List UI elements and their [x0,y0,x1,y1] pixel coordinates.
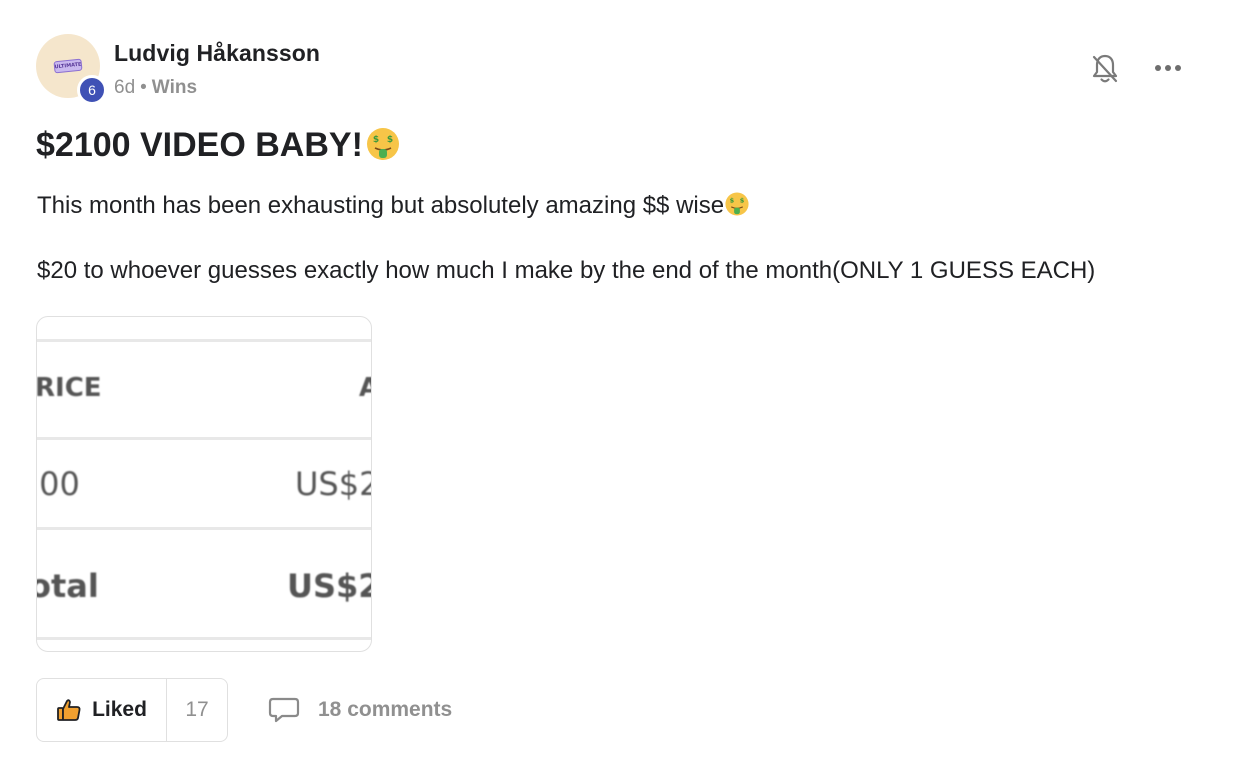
attachment-row-left: .00 [37,465,80,503]
post-category[interactable]: Wins [152,77,197,98]
post-title-text: $2100 VIDEO BABY! [36,126,363,164]
post-meta: 6d • Wins [114,77,197,99]
avatar-logo: ULTIMATE [53,58,83,74]
post-body-line-2: $20 to whoever guesses exactly how much … [37,257,1096,284]
svg-text:$: $ [730,196,735,204]
attachment-total-right: US$2 [287,567,372,605]
bell-off-icon [1092,54,1118,83]
notification-toggle-button[interactable] [1090,52,1120,86]
like-count[interactable]: 17 [167,679,227,741]
attachment-row-right: US$2 [295,465,372,503]
comments-label: 18 comments [318,698,453,721]
attachment-divider [37,637,371,640]
thumbs-up-icon [57,699,81,721]
post-title: $2100 VIDEO BABY! $ $ [36,126,401,165]
more-horizontal-icon [1155,65,1181,71]
svg-text:$: $ [373,135,379,145]
author-name[interactable]: Ludvig Håkansson [114,40,320,67]
attachment-header-right: A [359,373,371,403]
avatar[interactable]: ULTIMATE 6 [36,34,107,105]
attachment-divider [37,437,371,440]
post-time: 6d [114,77,136,98]
money-mouth-face-icon: $ $ [725,192,749,216]
svg-text:$: $ [740,196,745,204]
post-body-line-1: This month has been exhausting but absol… [37,192,750,220]
like-group: Liked 17 [36,678,228,742]
attachment-divider [37,527,371,530]
like-button[interactable]: Liked [37,679,167,741]
attachment-total-left: otal [37,567,99,605]
post-actions: Liked 17 18 comments [36,678,636,742]
like-label: Liked [92,698,147,721]
svg-text:$: $ [387,135,393,145]
money-mouth-face-icon: $ $ [366,128,399,161]
more-options-button[interactable] [1152,56,1184,80]
attachment-header-left: RICE [36,373,102,403]
post-header: ULTIMATE 6 Ludvig Håkansson 6d • Wins [36,34,1204,105]
comment-bubble-icon [268,697,300,723]
attachment-image[interactable]: RICE A .00 US$2 otal US$2 [36,316,372,652]
attachment-divider [37,339,371,342]
comments-button[interactable]: 18 comments [268,678,452,742]
post-body-text-1: This month has been exhausting but absol… [37,192,725,219]
meta-separator: • [140,77,147,98]
level-badge: 6 [77,75,107,105]
